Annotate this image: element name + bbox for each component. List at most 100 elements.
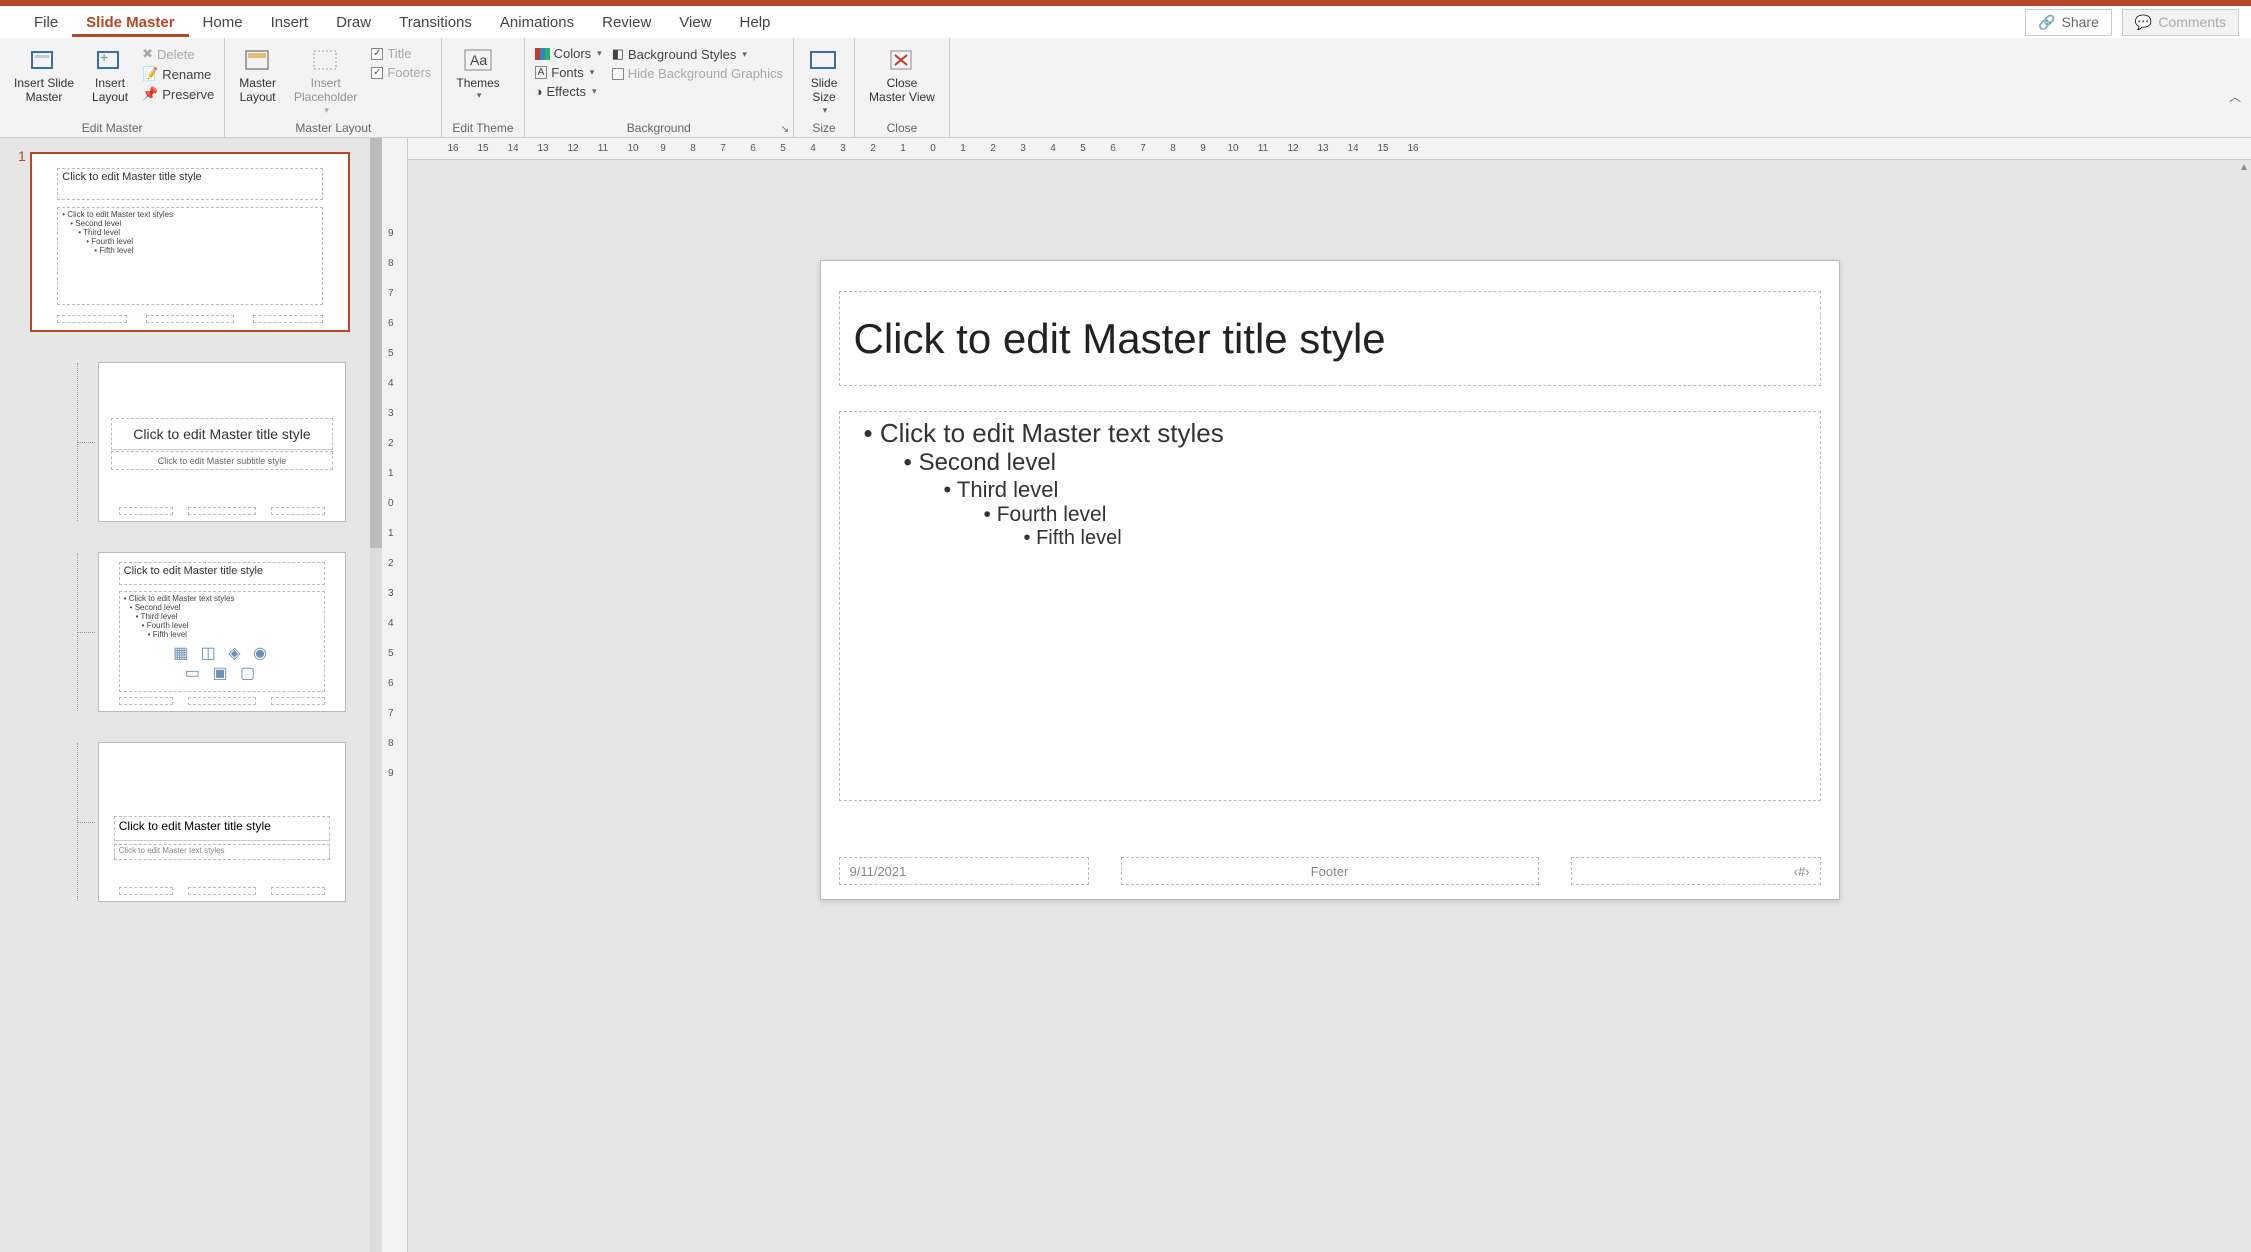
thumb-date xyxy=(57,315,127,323)
insert-slide-master-icon xyxy=(28,46,60,74)
slide-canvas[interactable]: Click to edit Master title style Click t… xyxy=(408,160,2251,1252)
rename-button[interactable]: 📝Rename xyxy=(142,64,214,84)
insert-slide-master-button[interactable]: Insert Slide Master xyxy=(10,44,78,107)
insert-layout-button[interactable]: + Insert Layout xyxy=(88,44,132,107)
thumb-footer xyxy=(188,507,257,515)
menu-file[interactable]: File xyxy=(20,8,72,37)
close-master-label: Close Master View xyxy=(869,76,935,105)
background-launcher[interactable]: ↘ xyxy=(781,124,789,135)
editor-vscrollbar[interactable]: ▲ xyxy=(2237,160,2251,1252)
menu-view[interactable]: View xyxy=(665,8,725,37)
menu-review[interactable]: Review xyxy=(588,8,665,37)
thumb-date xyxy=(119,697,173,705)
insert-placeholder-button[interactable]: Insert Placeholder▾ xyxy=(290,44,361,118)
layout-thumbnail-section[interactable]: Click to edit Master title style Click t… xyxy=(98,742,346,902)
chevron-down-icon: ▾ xyxy=(823,105,828,116)
menu-home[interactable]: Home xyxy=(189,8,257,37)
share-button[interactable]: 🔗 Share xyxy=(2025,9,2112,36)
themes-label: Themes xyxy=(456,76,499,90)
thumb-subtitle-box: Click to edit Master subtitle style xyxy=(111,451,332,470)
thumb-title-box: Click to edit Master title style xyxy=(119,562,326,584)
body-placeholder[interactable]: Click to edit Master text styles Second … xyxy=(839,411,1821,801)
body-level-5: Fifth level xyxy=(1024,527,1806,550)
fonts-button[interactable]: AFonts▾ xyxy=(535,63,602,82)
horizontal-ruler[interactable]: 1615141312111098765432101234567891011121… xyxy=(408,138,2251,160)
ribbon-collapse-button[interactable]: ︿ xyxy=(2229,88,2241,105)
footers-checkbox-row[interactable]: Footers xyxy=(371,63,431,82)
hide-bg-label: Hide Background Graphics xyxy=(628,66,783,81)
group-master-layout: Master Layout Insert Placeholder▾ Title … xyxy=(225,38,442,137)
menu-help[interactable]: Help xyxy=(726,8,785,37)
colors-button[interactable]: Colors▾ xyxy=(535,44,602,63)
chevron-down-icon: ▾ xyxy=(592,86,597,97)
comments-button[interactable]: 💬 Comments xyxy=(2122,9,2239,36)
title-checkbox-row[interactable]: Title xyxy=(371,44,431,63)
master-number: 1 xyxy=(18,148,26,164)
menu-insert[interactable]: Insert xyxy=(257,8,323,37)
menu-transitions[interactable]: Transitions xyxy=(385,8,486,37)
share-label: Share xyxy=(2062,14,2099,30)
menu-slide-master[interactable]: Slide Master xyxy=(72,8,188,37)
master-layout-button[interactable]: Master Layout xyxy=(235,44,280,107)
slide-number-placeholder[interactable]: ‹#› xyxy=(1571,857,1821,885)
chevron-down-icon: ▾ xyxy=(742,49,747,60)
footer-placeholder[interactable]: Footer xyxy=(1121,857,1539,885)
group-edit-master-label: Edit Master xyxy=(10,119,214,135)
title-checkbox-label: Title xyxy=(387,46,411,61)
thumb-body-box: • Click to edit Master text styles • Sec… xyxy=(57,207,322,306)
hide-bg-checkbox[interactable] xyxy=(612,68,624,80)
scroll-up-icon[interactable]: ▲ xyxy=(2239,162,2249,173)
body-level-1: Click to edit Master text styles xyxy=(864,418,1806,449)
rename-icon: 📝 xyxy=(142,66,158,82)
hide-bg-checkbox-row[interactable]: Hide Background Graphics xyxy=(612,64,783,83)
close-master-view-button[interactable]: Close Master View xyxy=(865,44,939,107)
menu-animations[interactable]: Animations xyxy=(486,8,588,37)
master-thumbnail[interactable]: Click to edit Master title style • Click… xyxy=(30,152,350,332)
slide-size-button[interactable]: Slide Size▾ xyxy=(804,44,844,118)
thumb-footer xyxy=(146,315,234,323)
preserve-button[interactable]: 📌 Preserve xyxy=(142,84,214,104)
insert-placeholder-icon xyxy=(310,46,342,74)
thumb-num xyxy=(253,315,323,323)
workspace: ▲ 1 Click to edit Master title style • C… xyxy=(0,138,2251,1252)
thumb-date xyxy=(119,887,173,895)
slide-master[interactable]: Click to edit Master title style Click t… xyxy=(820,260,1840,900)
comments-icon: 💬 xyxy=(2135,14,2152,31)
slide-size-label: Slide Size xyxy=(811,76,838,105)
layout-thumbnail-title[interactable]: Click to edit Master title style Click t… xyxy=(98,362,346,522)
effects-label: Effects xyxy=(546,84,586,99)
colors-label: Colors xyxy=(554,46,592,61)
footers-checkbox-label: Footers xyxy=(387,65,431,80)
group-close: Close Master View Close xyxy=(855,38,950,137)
background-styles-button[interactable]: ◧Background Styles▾ xyxy=(612,44,783,64)
fonts-label: Fonts xyxy=(551,65,584,80)
vertical-ruler[interactable]: 9876543210123456789 xyxy=(382,138,408,1252)
ribbon: Insert Slide Master + Insert Layout ✖Del… xyxy=(0,38,2251,138)
delete-button[interactable]: ✖Delete xyxy=(142,44,214,64)
effects-icon: ◑ xyxy=(535,84,543,99)
date-placeholder[interactable]: 9/11/2021 xyxy=(839,857,1089,885)
thumb-body-l2: • Second level xyxy=(130,603,321,612)
layout-thumbnail-content[interactable]: Click to edit Master title style • Click… xyxy=(98,552,346,712)
title-placeholder[interactable]: Click to edit Master title style xyxy=(839,291,1821,386)
delete-icon: ✖ xyxy=(142,46,153,62)
title-checkbox[interactable] xyxy=(371,48,383,60)
body-level-4: Fourth level xyxy=(984,503,1806,527)
thumb-scrollbar-thumb[interactable] xyxy=(370,138,382,548)
body-level-3: Third level xyxy=(944,477,1806,503)
chevron-down-icon: ▾ xyxy=(324,105,329,116)
thumb-num xyxy=(271,507,325,515)
insert-placeholder-label: Insert Placeholder xyxy=(294,76,357,105)
thumb-title-box: Click to edit Master title style xyxy=(114,816,331,841)
footers-checkbox[interactable] xyxy=(371,67,383,79)
menu-draw[interactable]: Draw xyxy=(322,8,385,37)
insert-layout-icon: + xyxy=(94,46,126,74)
thumb-body-l3: • Third level xyxy=(78,228,317,237)
editor-area: 9876543210123456789 16151413121110987654… xyxy=(382,138,2251,1252)
preserve-label: Preserve xyxy=(162,87,214,102)
themes-button[interactable]: Aa Themes▾ xyxy=(452,44,503,103)
effects-button[interactable]: ◑Effects ▾ xyxy=(535,82,602,101)
preserve-icon: 📌 xyxy=(142,86,158,102)
thumb-body-l2: • Second level xyxy=(70,219,317,228)
thumbnail-panel: ▲ 1 Click to edit Master title style • C… xyxy=(0,138,382,1252)
